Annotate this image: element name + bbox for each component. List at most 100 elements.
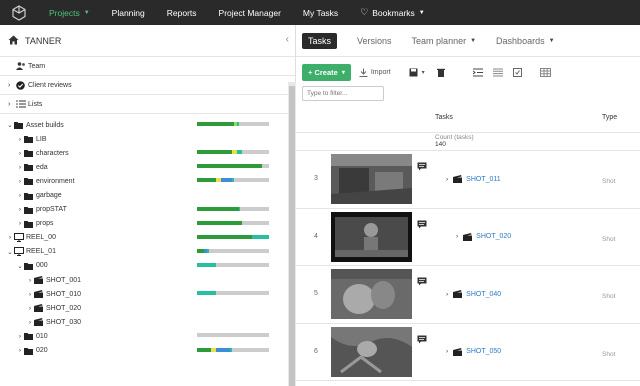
sidebar-item-client-reviews[interactable]: › Client reviews bbox=[0, 76, 295, 95]
chevron-right-icon[interactable]: › bbox=[26, 319, 34, 326]
shot-link[interactable]: › SHOT_020 bbox=[456, 232, 511, 241]
folder-icon bbox=[24, 206, 36, 214]
thumbnail-image[interactable] bbox=[331, 211, 412, 262]
create-button[interactable]: + Create ▾ bbox=[302, 63, 351, 81]
trash-icon bbox=[436, 68, 445, 77]
sidebar-scrollbar-thumb[interactable] bbox=[289, 86, 295, 386]
tree-item[interactable]: › garbage bbox=[0, 188, 288, 202]
chevron-down-icon[interactable]: ⌄ bbox=[16, 262, 24, 270]
progress-segment bbox=[207, 248, 209, 253]
tree-item[interactable]: ⌄ Asset builds bbox=[0, 118, 288, 132]
folder-icon bbox=[24, 163, 36, 172]
chevron-right-icon[interactable]: › bbox=[8, 82, 16, 89]
column-header-type[interactable]: Type bbox=[602, 114, 617, 121]
collapse-sidebar-icon[interactable]: ‹ bbox=[286, 34, 289, 45]
tree-item-label: 010 bbox=[36, 332, 48, 340]
chevron-right-icon[interactable]: › bbox=[6, 234, 14, 241]
thumbnail-image[interactable] bbox=[331, 154, 412, 204]
tab-dashboards[interactable]: Dashboards ▼ bbox=[496, 36, 554, 46]
tree-item[interactable]: › propSTAT bbox=[0, 203, 288, 217]
nav-projects[interactable]: Projects ▼ bbox=[38, 0, 101, 25]
tab-team-planner[interactable]: Team planner ▼ bbox=[412, 36, 477, 46]
chevron-down-icon[interactable]: ⌄ bbox=[6, 248, 14, 256]
table-row[interactable]: 6 › SHOT_050 Shot bbox=[296, 324, 640, 381]
home-icon[interactable] bbox=[8, 35, 19, 47]
shot-link[interactable]: › SHOT_011 bbox=[446, 175, 501, 183]
comment-icon[interactable] bbox=[417, 335, 427, 346]
clapper-icon bbox=[453, 290, 463, 298]
grid-view-button[interactable] bbox=[539, 67, 551, 77]
progress-segment bbox=[197, 164, 262, 169]
tree-item[interactable]: ⌄ REEL_01 bbox=[0, 245, 288, 259]
nav-planning[interactable]: Planning bbox=[101, 0, 156, 25]
sidebar-item-lists[interactable]: › Lists bbox=[0, 95, 295, 114]
chevron-right-icon[interactable]: › bbox=[26, 277, 34, 284]
tree-item[interactable]: › SHOT_010 bbox=[0, 287, 288, 301]
delete-button[interactable] bbox=[436, 68, 445, 77]
tree-item-label: SHOT_030 bbox=[46, 318, 82, 326]
chevron-right-icon[interactable]: › bbox=[16, 206, 24, 213]
table-row[interactable]: 3 › SHOT_011 Shot bbox=[296, 151, 640, 209]
app-logo-icon[interactable] bbox=[0, 0, 38, 25]
chevron-right-icon[interactable]: › bbox=[456, 233, 458, 240]
sidebar-scrollbar[interactable] bbox=[288, 82, 296, 386]
shot-link[interactable]: › SHOT_040 bbox=[446, 290, 501, 298]
tree-item[interactable]: › SHOT_020 bbox=[0, 301, 288, 315]
tree-item[interactable]: › REEL_00 bbox=[0, 231, 288, 245]
progress-bar bbox=[197, 178, 269, 183]
chevron-right-icon[interactable]: › bbox=[446, 348, 448, 355]
project-header[interactable]: TANNER ‹ bbox=[0, 25, 295, 57]
main-content: Tasks Versions Team planner ▼ Dashboards ▼ + … bbox=[296, 25, 640, 381]
chevron-down-icon[interactable]: ▾ bbox=[422, 69, 425, 76]
nav-project-manager[interactable]: Project Manager bbox=[208, 0, 292, 25]
sidebar-item-team[interactable]: Team bbox=[0, 57, 295, 76]
checklist-button[interactable] bbox=[512, 67, 522, 77]
chevron-right-icon[interactable]: › bbox=[446, 176, 448, 183]
indent-button[interactable] bbox=[472, 68, 483, 77]
tab-versions[interactable]: Versions bbox=[357, 36, 392, 46]
tree-item[interactable]: › LIB bbox=[0, 132, 288, 146]
nav-bookmarks[interactable]: ♡ Bookmarks ▼ bbox=[349, 0, 436, 25]
type-cell: Shot bbox=[602, 350, 616, 358]
import-button[interactable]: Import bbox=[359, 68, 391, 77]
tree-item[interactable]: › characters bbox=[0, 146, 288, 160]
import-label: Import bbox=[370, 68, 391, 76]
thumbnail-image[interactable] bbox=[331, 326, 412, 377]
chevron-right-icon[interactable]: › bbox=[16, 220, 24, 227]
tree-item[interactable]: › props bbox=[0, 217, 288, 231]
chevron-right-icon[interactable]: › bbox=[26, 291, 34, 298]
chevron-down-icon[interactable]: ⌄ bbox=[6, 121, 14, 129]
tree-item-label: Asset builds bbox=[26, 121, 64, 129]
chevron-right-icon[interactable]: › bbox=[16, 178, 24, 185]
chevron-right-icon[interactable]: › bbox=[16, 333, 24, 340]
tree-item[interactable]: ⌄ 000 bbox=[0, 259, 288, 273]
nav-reports[interactable]: Reports bbox=[156, 0, 208, 25]
thumbnail-image[interactable] bbox=[331, 269, 412, 319]
tree-item[interactable]: › eda bbox=[0, 160, 288, 174]
tab-tasks[interactable]: Tasks bbox=[302, 32, 338, 49]
shot-link[interactable]: › SHOT_050 bbox=[446, 347, 501, 356]
tree-item[interactable]: › environment bbox=[0, 174, 288, 188]
chevron-right-icon[interactable]: › bbox=[446, 291, 448, 298]
tree-item[interactable]: › 010 bbox=[0, 329, 288, 343]
chevron-right-icon[interactable]: › bbox=[16, 347, 24, 354]
save-button[interactable]: ▾ bbox=[409, 68, 425, 77]
comment-icon[interactable] bbox=[417, 220, 427, 231]
tree-item[interactable]: › SHOT_030 bbox=[0, 315, 288, 329]
chevron-right-icon[interactable]: › bbox=[16, 150, 24, 157]
chevron-right-icon[interactable]: › bbox=[16, 136, 24, 143]
table-row[interactable]: 5 › SHOT_040 Shot bbox=[296, 266, 640, 324]
column-header-tasks[interactable]: Tasks bbox=[435, 114, 453, 121]
tree-item[interactable]: › SHOT_001 bbox=[0, 273, 288, 287]
table-row[interactable]: 4 › SHOT_020 Shot bbox=[296, 209, 640, 266]
chevron-right-icon[interactable]: › bbox=[26, 305, 34, 312]
chevron-right-icon[interactable]: › bbox=[16, 192, 24, 199]
comment-icon[interactable] bbox=[417, 277, 427, 288]
filter-input[interactable] bbox=[302, 86, 384, 101]
nav-my-tasks[interactable]: My Tasks bbox=[292, 0, 349, 25]
chevron-right-icon[interactable]: › bbox=[8, 101, 16, 108]
comment-icon[interactable] bbox=[417, 162, 427, 173]
list-view-button[interactable] bbox=[492, 68, 503, 77]
chevron-right-icon[interactable]: › bbox=[16, 164, 24, 171]
tree-item[interactable]: › 020 bbox=[0, 344, 288, 358]
